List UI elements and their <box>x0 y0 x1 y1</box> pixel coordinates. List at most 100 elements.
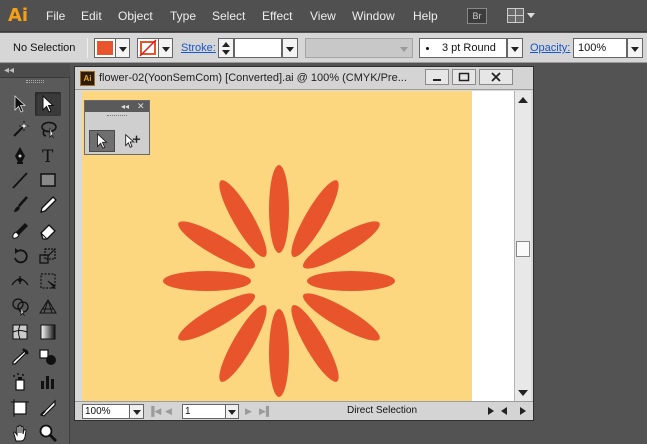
scroll-left-icon[interactable] <box>501 407 507 415</box>
eyedropper-tool[interactable] <box>7 345 33 369</box>
gradient-tool[interactable] <box>35 320 61 344</box>
rectangle-tool[interactable] <box>35 168 61 192</box>
group-selection-icon <box>125 133 141 148</box>
document-title: flower-02(YoonSemCom) [Converted].ai @ 1… <box>99 72 407 84</box>
status-menu-icon[interactable] <box>488 407 494 415</box>
eraser-tool[interactable] <box>35 219 61 243</box>
column-graph-tool[interactable] <box>35 370 61 394</box>
flower-petal[interactable] <box>307 271 395 291</box>
variable-width-profile[interactable] <box>305 38 413 58</box>
minimize-icon <box>433 79 441 81</box>
previous-artboard-icon[interactable]: ◀ <box>165 405 172 417</box>
document-titlebar[interactable]: Ai flower-02(YoonSemCom) [Converted].ai … <box>75 67 533 90</box>
menu-type[interactable]: Type <box>170 8 196 24</box>
direct-selection-tool[interactable] <box>35 92 61 116</box>
close-button[interactable] <box>479 69 513 85</box>
flower-petal[interactable] <box>163 271 251 291</box>
magic-wand-tool[interactable] <box>7 117 33 141</box>
panel-grip[interactable] <box>26 80 44 83</box>
flower-petal[interactable] <box>269 165 289 253</box>
pen-icon <box>15 146 25 164</box>
menu-view[interactable]: View <box>310 8 336 24</box>
menu-help[interactable]: Help <box>413 8 438 24</box>
stroke-weight-field[interactable] <box>234 38 282 58</box>
arrange-documents-button[interactable] <box>507 8 537 24</box>
zoom-tool[interactable] <box>35 421 61 444</box>
bridge-button[interactable]: Br <box>467 8 487 24</box>
stroke-swatch[interactable] <box>137 38 173 58</box>
close-icon[interactable]: ✕ <box>137 101 145 112</box>
fill-swatch[interactable] <box>94 38 130 58</box>
symbol-sprayer-tool[interactable] <box>7 370 33 394</box>
line-segment-tool[interactable] <box>7 168 33 192</box>
stroke-dropdown[interactable] <box>159 38 173 58</box>
opacity-field[interactable]: 100% <box>573 38 627 58</box>
rotate-tool[interactable] <box>7 244 33 268</box>
artboard-dropdown[interactable] <box>226 404 239 419</box>
float-direct-selection-tool[interactable] <box>89 130 115 152</box>
mesh-tool[interactable] <box>7 320 33 344</box>
pen-tool[interactable] <box>7 143 33 167</box>
slice-tool[interactable] <box>35 396 61 420</box>
selection-tool[interactable] <box>7 92 33 116</box>
vertical-scrollbar[interactable] <box>514 91 531 402</box>
flower-petal[interactable] <box>269 309 289 397</box>
blob-brush-tool[interactable] <box>7 219 33 243</box>
float-group-selection-tool[interactable] <box>119 130 145 152</box>
pencil-tool[interactable] <box>35 193 61 217</box>
opacity-panel-link[interactable]: Opacity: <box>530 42 570 54</box>
mesh-icon <box>12 324 28 340</box>
opacity-dropdown[interactable] <box>627 38 643 58</box>
scale-tool[interactable] <box>35 244 61 268</box>
fill-color-box[interactable] <box>94 38 116 58</box>
chevron-down-icon <box>631 47 639 52</box>
width-icon <box>11 276 29 286</box>
stepper-down-icon <box>222 50 230 55</box>
free-transform-tool[interactable] <box>35 269 61 293</box>
fill-dropdown[interactable] <box>116 38 130 58</box>
menu-object[interactable]: Object <box>118 8 153 24</box>
shape-builder-tool[interactable] <box>7 294 33 318</box>
floating-panel-header[interactable]: ◂◂ ✕ <box>85 101 149 112</box>
stepper-up-icon <box>222 42 230 47</box>
brush-dropdown[interactable] <box>507 38 523 58</box>
tools-panel-header[interactable]: ◂◂ <box>0 64 70 78</box>
scroll-up-icon[interactable] <box>518 97 528 103</box>
chevron-down-icon <box>286 47 294 52</box>
panel-grip[interactable] <box>107 115 127 117</box>
menu-effect[interactable]: Effect <box>262 8 292 24</box>
zoom-field[interactable]: 100% <box>82 404 130 419</box>
collapse-icon[interactable]: ◂◂ <box>4 65 14 77</box>
zoom-dropdown[interactable] <box>130 404 144 419</box>
floating-selection-panel: ◂◂ ✕ <box>84 100 150 155</box>
first-artboard-icon[interactable]: ▐◀ <box>148 405 161 417</box>
menu-file[interactable]: File <box>46 8 65 24</box>
maximize-button[interactable] <box>452 69 476 85</box>
scroll-down-icon[interactable] <box>518 390 528 396</box>
lasso-tool[interactable] <box>35 117 61 141</box>
stroke-weight-dropdown[interactable] <box>282 38 298 58</box>
perspective-grid-tool[interactable] <box>35 294 61 318</box>
blend-tool[interactable] <box>35 345 61 369</box>
brush-definition-field[interactable]: 3 pt Round <box>419 38 507 58</box>
menu-window[interactable]: Window <box>352 8 395 24</box>
next-artboard-icon[interactable]: ▶ <box>245 405 252 417</box>
menu-select[interactable]: Select <box>212 8 245 24</box>
hand-tool[interactable] <box>7 421 33 444</box>
stroke-color-box[interactable] <box>137 38 159 58</box>
width-tool[interactable] <box>7 269 33 293</box>
selection-icon <box>14 95 27 113</box>
last-artboard-icon[interactable]: ▶▌ <box>259 405 272 417</box>
collapse-icon[interactable]: ◂◂ <box>121 101 129 112</box>
chevron-down-icon <box>511 47 519 52</box>
type-tool[interactable]: T <box>35 143 61 167</box>
stroke-weight-stepper[interactable] <box>218 38 234 58</box>
minimize-button[interactable] <box>425 69 449 85</box>
scroll-right-icon[interactable] <box>520 407 526 415</box>
artboard-tool[interactable] <box>7 396 33 420</box>
stroke-panel-link[interactable]: Stroke: <box>181 42 216 54</box>
menu-edit[interactable]: Edit <box>81 8 102 24</box>
artboard-number-field[interactable]: 1 <box>182 404 226 419</box>
scroll-thumb[interactable] <box>516 241 530 257</box>
paintbrush-tool[interactable] <box>7 193 33 217</box>
